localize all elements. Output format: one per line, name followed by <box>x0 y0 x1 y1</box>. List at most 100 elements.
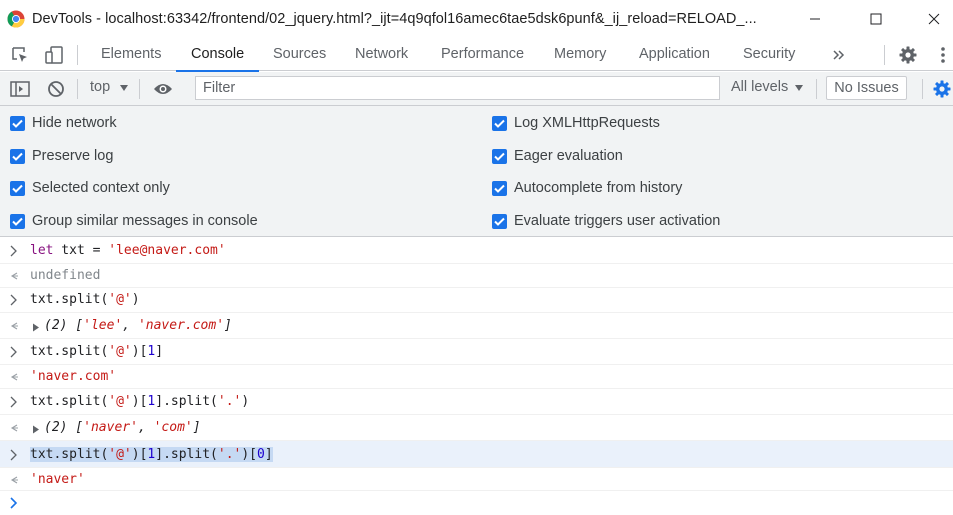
console-command-row: txt.split('@')[1].split('.') <box>0 389 953 415</box>
maximize-button[interactable] <box>853 0 899 38</box>
live-expression-button[interactable] <box>152 78 174 100</box>
console-settings-button[interactable] <box>931 78 953 100</box>
code-text: )[ <box>131 447 148 462</box>
minimize-icon <box>810 18 820 20</box>
divider <box>139 79 140 99</box>
tab-network[interactable]: Network <box>353 38 410 71</box>
console-command: txt.split('@')[1].split('.')[0] <box>30 447 273 462</box>
setting-selected-context-only[interactable]: Selected context only <box>10 178 170 198</box>
context-selector[interactable]: top <box>90 79 110 95</box>
filter-box <box>195 76 720 100</box>
setting-autocomplete-history[interactable]: Autocomplete from history <box>492 178 682 198</box>
expand-triangle-icon[interactable] <box>32 425 40 434</box>
clear-console-button[interactable] <box>45 78 67 100</box>
setting-eager-evaluation[interactable]: Eager evaluation <box>492 146 623 166</box>
setting-log-xhr[interactable]: Log XMLHttpRequests <box>492 113 660 133</box>
string-literal: 'lee' <box>83 318 123 333</box>
settings-button[interactable] <box>897 44 919 66</box>
tab-application[interactable]: Application <box>637 38 712 71</box>
checkmark-icon <box>494 119 505 128</box>
setting-preserve-log[interactable]: Preserve log <box>10 146 113 166</box>
checkbox[interactable] <box>492 213 507 229</box>
console-command: txt.split('@')[1] <box>30 344 163 359</box>
code-text: txt.split( <box>30 344 109 359</box>
checkbox[interactable] <box>10 180 25 196</box>
tab-memory[interactable]: Memory <box>552 38 608 71</box>
result-arrow-icon <box>10 373 18 381</box>
console-command: txt.split('@') <box>30 292 140 307</box>
expand-triangle-icon[interactable] <box>32 323 40 332</box>
setting-evaluate-triggers[interactable]: Evaluate triggers user activation <box>492 211 720 231</box>
inspect-cursor-icon <box>12 47 27 62</box>
checkbox[interactable] <box>492 180 507 196</box>
code-text: ].split( <box>155 447 218 462</box>
tab-security[interactable]: Security <box>741 38 797 71</box>
block-icon <box>48 81 64 97</box>
minimize-button[interactable] <box>792 0 838 38</box>
keyword: let <box>30 243 54 258</box>
input-prompt-icon <box>10 245 17 257</box>
code-text: ) <box>131 292 140 307</box>
code-text: txt.split( <box>30 394 109 409</box>
string-literal: '@' <box>108 447 132 462</box>
close-button[interactable] <box>911 0 953 38</box>
console-result: 'naver' <box>30 472 85 487</box>
input-prompt-icon <box>10 294 17 306</box>
device-toolbar-button[interactable] <box>43 44 65 66</box>
checkmark-icon <box>12 152 23 161</box>
log-levels-dropdown[interactable]: All levels <box>731 79 788 95</box>
setting-group-similar[interactable]: Group similar messages in console <box>10 211 258 231</box>
console-result-row[interactable]: (2) ['naver', 'com'] <box>0 415 953 441</box>
checkmark-icon <box>12 119 23 128</box>
console-result-row[interactable]: (2) ['lee', 'naver.com'] <box>0 313 953 339</box>
console-result-row: 'naver.com' <box>0 365 953 389</box>
checkbox[interactable] <box>10 115 25 131</box>
console-log[interactable]: let txt = 'lee@naver.com' undefined txt.… <box>0 238 953 515</box>
number-literal: 0 <box>257 447 265 462</box>
tab-sources[interactable]: Sources <box>271 38 328 71</box>
tab-elements[interactable]: Elements <box>99 38 163 71</box>
string-literal: 'com' <box>153 420 193 435</box>
console-prompt-row[interactable] <box>0 491 953 515</box>
setting-label: Preserve log <box>32 148 114 164</box>
result-arrow-icon <box>10 424 18 432</box>
setting-label: Hide network <box>32 115 117 131</box>
gear-icon <box>933 80 951 98</box>
inspect-element-button[interactable] <box>9 44 31 66</box>
string-literal: '.' <box>217 394 242 409</box>
divider <box>884 45 885 65</box>
issues-button[interactable]: No Issues <box>826 76 907 100</box>
gear-icon <box>899 46 917 64</box>
code-text: , <box>137 420 154 435</box>
filter-input[interactable] <box>196 77 719 99</box>
result-arrow-icon <box>10 476 18 484</box>
eye-icon <box>154 84 172 94</box>
checkbox[interactable] <box>492 115 507 131</box>
checkbox[interactable] <box>10 148 25 164</box>
sidebar-toggle-button[interactable] <box>9 78 31 100</box>
console-command: txt.split('@')[1].split('.') <box>30 394 249 409</box>
array-preview: (2) [ <box>44 318 84 333</box>
console-result: (2) ['naver', 'com'] <box>44 420 201 435</box>
input-prompt-icon <box>10 497 18 509</box>
setting-label: Autocomplete from history <box>514 180 683 196</box>
result-arrow-icon <box>10 272 18 280</box>
divider <box>77 45 78 65</box>
tab-performance[interactable]: Performance <box>439 38 526 71</box>
code-text: txt.split( <box>30 447 109 462</box>
checkmark-icon <box>494 184 505 193</box>
setting-hide-network[interactable]: Hide network <box>10 113 117 133</box>
code-text: txt.split( <box>30 292 109 307</box>
string-literal: '.' <box>217 447 242 462</box>
console-result-row: 'naver' <box>0 468 953 491</box>
more-tabs-button[interactable] <box>828 44 850 66</box>
checkbox[interactable] <box>492 148 507 164</box>
input-prompt-icon <box>10 449 17 461</box>
code-text: )[ <box>131 394 148 409</box>
tab-console[interactable]: Console <box>175 38 260 72</box>
checkbox[interactable] <box>10 213 25 229</box>
dropdown-arrow-icon <box>795 85 803 91</box>
divider <box>922 79 923 99</box>
checkmark-icon <box>494 152 505 161</box>
customize-menu-button[interactable] <box>932 44 953 66</box>
